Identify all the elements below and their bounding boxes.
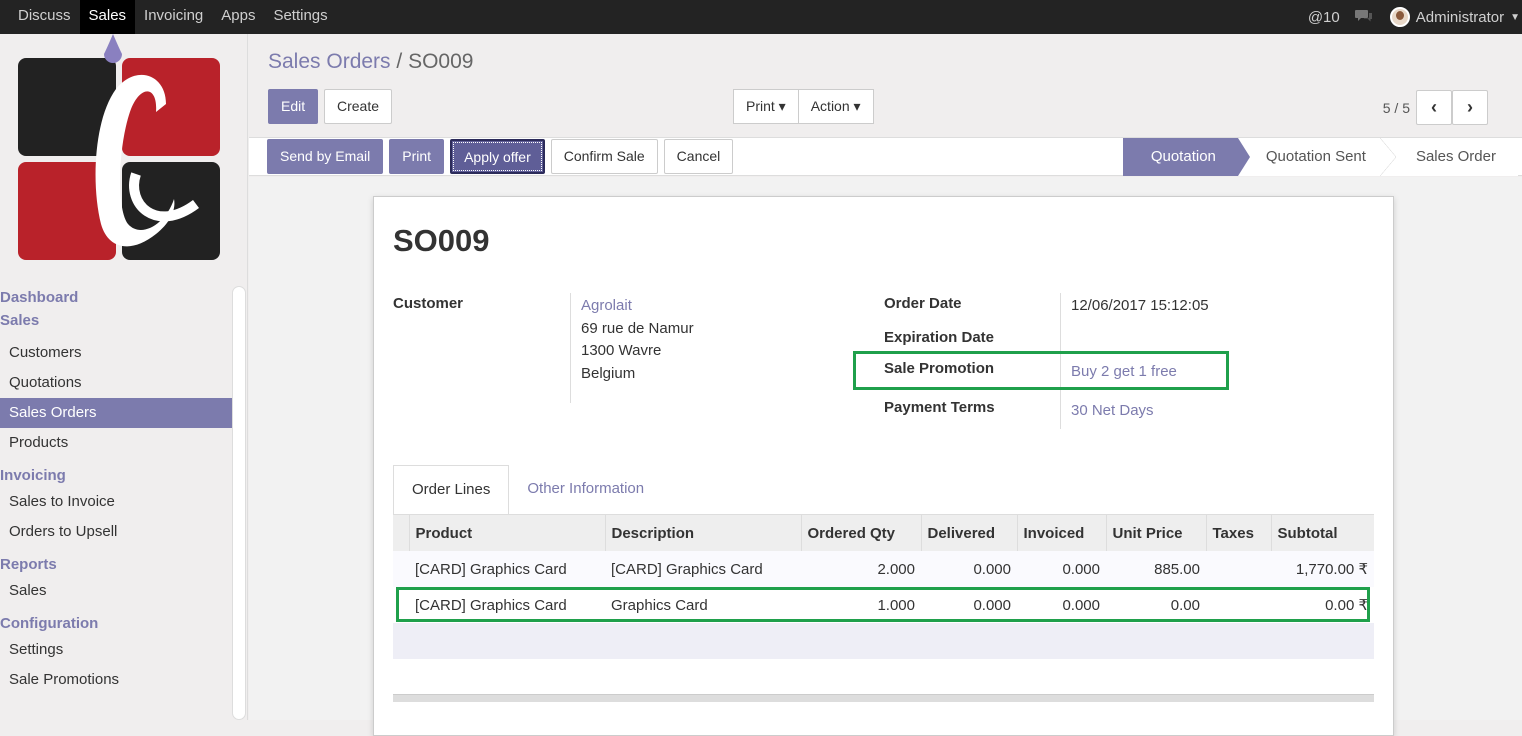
sidebar-item-products[interactable]: Products <box>0 428 232 458</box>
notebook-tabs: Order Lines Other Information <box>393 465 662 515</box>
cell-unit-price: 885.00 <box>1106 551 1206 587</box>
sidebar-actions: Print ▾ Action ▾ <box>733 89 874 124</box>
breadcrumb-separator: / <box>396 50 403 73</box>
order-title: SO009 <box>393 223 490 258</box>
sidebar-section-reports[interactable]: Reports <box>0 553 232 576</box>
cell-ordered-qty: 2.000 <box>801 551 921 587</box>
messages-counter[interactable]: @10 <box>1308 9 1340 26</box>
avatar <box>1389 7 1410 27</box>
sidebar-item-sales-to-invoice[interactable]: Sales to Invoice <box>0 487 232 517</box>
cell-taxes <box>1206 551 1271 587</box>
menu-discuss[interactable]: Discuss <box>0 0 80 34</box>
col-unit-price[interactable]: Unit Price <box>1105 515 1206 551</box>
col-taxes[interactable]: Taxes <box>1205 515 1271 551</box>
tab-other-information[interactable]: Other Information <box>509 465 662 515</box>
status-bar: Send by Email Print Apply offer Confirm … <box>249 138 1522 176</box>
top-navbar: Discuss Sales Invoicing Apps Settings @1… <box>0 0 1522 34</box>
apply-offer-button[interactable]: Apply offer <box>450 139 545 174</box>
menu-sales[interactable]: Sales <box>79 0 136 34</box>
order-date-value: 12/06/2017 15:12:05 <box>1071 297 1209 314</box>
sidebar-item-reports-sales[interactable]: Sales <box>0 576 232 606</box>
sidebar-item-sales-orders[interactable]: Sales Orders <box>0 398 232 428</box>
col-invoiced[interactable]: Invoiced <box>1016 515 1106 551</box>
control-panel: Sales Orders / SO009 Edit Create Print ▾… <box>249 34 1522 138</box>
menu-invoicing[interactable]: Invoicing <box>135 0 212 34</box>
sheet-divider <box>393 694 1374 702</box>
form-sheet: SO009 Customer Agrolait 69 rue de Namur … <box>373 196 1394 736</box>
tab-order-lines[interactable]: Order Lines <box>393 465 510 515</box>
address-line: 1300 Wavre <box>581 342 662 359</box>
table-header: Product Description Ordered Qty Delivere… <box>393 515 1374 551</box>
sidebar-item-sale-promotions[interactable]: Sale Promotions <box>0 665 232 695</box>
sidebar-section-invoicing[interactable]: Invoicing <box>0 464 232 487</box>
customer-label: Customer <box>393 295 464 312</box>
sidebar-item-customers[interactable]: Customers <box>0 338 232 368</box>
action-dropdown[interactable]: Action ▾ <box>797 89 874 124</box>
print-button[interactable]: Print <box>389 139 445 174</box>
add-line-area[interactable] <box>393 623 1374 659</box>
table-row[interactable]: [CARD] Graphics Card [CARD] Graphics Car… <box>393 551 1374 587</box>
col-product[interactable]: Product <box>408 515 605 551</box>
stage-quotation-sent[interactable]: Quotation Sent <box>1237 138 1397 176</box>
stage-sales-order[interactable]: Sales Order <box>1387 138 1518 176</box>
breadcrumb-sales-orders[interactable]: Sales Orders <box>268 50 391 73</box>
app-menu: Discuss Sales Invoicing Apps Settings <box>0 0 337 34</box>
sidebar: Dashboard Sales Customers Quotations Sal… <box>0 34 248 720</box>
sidebar-item-settings[interactable]: Settings <box>0 635 232 665</box>
user-name: Administrator <box>1415 8 1505 26</box>
sidebar-menu: Dashboard Sales Customers Quotations Sal… <box>0 286 232 695</box>
sidebar-section-dashboard[interactable]: Dashboard <box>0 286 232 309</box>
menu-settings[interactable]: Settings <box>264 0 336 34</box>
chat-icon[interactable] <box>1354 8 1374 27</box>
address-line: Belgium <box>581 365 636 382</box>
col-description[interactable]: Description <box>604 515 801 551</box>
edit-button[interactable]: Edit <box>268 89 319 124</box>
cell-description: [CARD] Graphics Card <box>605 551 801 587</box>
create-button[interactable]: Create <box>324 89 393 124</box>
company-logo <box>18 34 220 260</box>
breadcrumb-current: SO009 <box>408 50 474 73</box>
pager: 5 / 5 ‹ › <box>1383 90 1488 125</box>
stage-pipeline: Quotation Quotation Sent Sales Order <box>1122 138 1518 176</box>
col-ordered-qty[interactable]: Ordered Qty <box>800 515 921 551</box>
chevron-right-icon[interactable]: › <box>1452 90 1488 125</box>
chevron-down-icon: ▼ <box>1510 11 1520 23</box>
user-menu[interactable]: Administrator ▼ <box>1389 7 1520 27</box>
col-delivered[interactable]: Delivered <box>920 515 1017 551</box>
pager-value[interactable]: 5 / 5 <box>1383 100 1410 116</box>
payment-terms-link[interactable]: 30 Net Days <box>1071 402 1154 419</box>
send-by-email-button[interactable]: Send by Email <box>267 139 384 174</box>
sidebar-item-orders-to-upsell[interactable]: Orders to Upsell <box>0 517 232 547</box>
status-actions: Send by Email Print Apply offer Confirm … <box>267 139 739 174</box>
promotion-line-highlight <box>396 587 1370 622</box>
confirm-sale-button[interactable]: Confirm Sale <box>550 139 658 174</box>
cell-product: [CARD] Graphics Card <box>409 551 605 587</box>
sidebar-section-configuration[interactable]: Configuration <box>0 612 232 635</box>
promotion-highlight <box>853 351 1229 390</box>
expiration-date-label: Expiration Date <box>884 329 995 346</box>
menu-apps[interactable]: Apps <box>212 0 264 34</box>
print-dropdown[interactable]: Print ▾ <box>733 89 799 124</box>
breadcrumb: Sales Orders / SO009 <box>268 50 473 74</box>
sidebar-item-quotations[interactable]: Quotations <box>0 368 232 398</box>
stage-quotation[interactable]: Quotation <box>1122 138 1250 176</box>
sidebar-section-sales[interactable]: Sales <box>0 309 232 332</box>
cell-delivered: 0.000 <box>921 551 1017 587</box>
payment-terms-label: Payment Terms <box>884 399 995 416</box>
col-subtotal[interactable]: Subtotal <box>1270 515 1374 551</box>
order-date-label: Order Date <box>884 295 962 312</box>
address-line: 69 rue de Namur <box>581 320 694 337</box>
cancel-button[interactable]: Cancel <box>663 139 734 174</box>
customer-link[interactable]: Agrolait <box>581 297 632 314</box>
sidebar-scrollbar[interactable] <box>232 286 246 720</box>
chevron-left-icon[interactable]: ‹ <box>1416 90 1452 125</box>
cell-invoiced: 0.000 <box>1017 551 1106 587</box>
cell-subtotal: 1,770.00 ₹ <box>1271 551 1374 587</box>
